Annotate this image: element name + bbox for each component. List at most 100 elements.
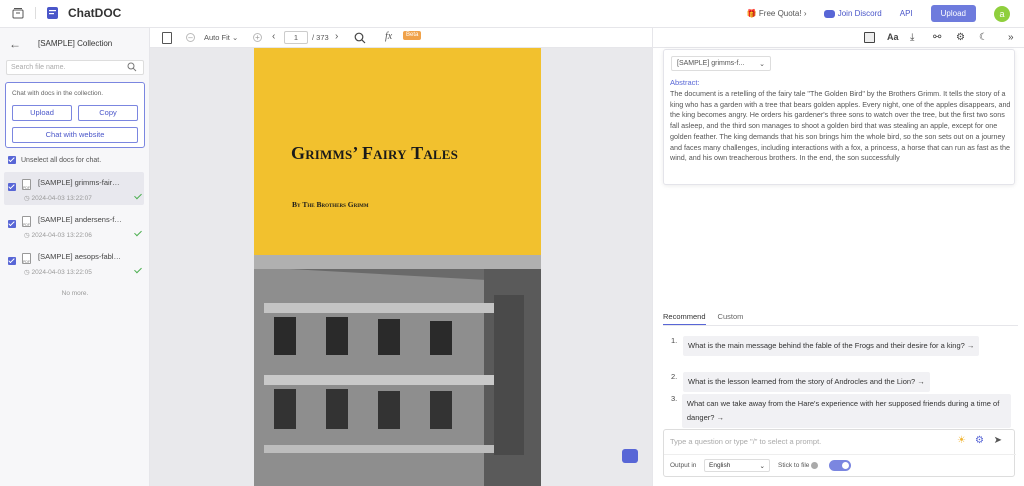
unselect-all-label: Unselect all docs for chat.	[21, 156, 102, 164]
doc-select[interactable]: [SAMPLE] grimms-f... ⌄	[671, 56, 771, 71]
question-text: What is the main message behind the fabl…	[683, 336, 980, 356]
gift-icon: 🎁	[746, 9, 757, 18]
pdf-file-icon: PDF	[22, 253, 31, 264]
list-item[interactable]: PDF [SAMPLE] andersens-f… ◷ 2024-04-03 1…	[4, 209, 144, 242]
doc-date: ◷ 2024-04-03 13:22:07	[24, 194, 92, 202]
outline-icon[interactable]	[162, 32, 172, 44]
doc-select-value: [SAMPLE] grimms-f...	[677, 60, 745, 67]
tab-divider	[663, 325, 1018, 326]
doc-date-text: 2024-04-03 13:22:06	[31, 232, 92, 239]
chevron-right-icon: ›	[803, 9, 807, 18]
input-divider	[664, 454, 1016, 455]
question-text: What is the lesson learned from the stor…	[683, 372, 930, 392]
search-icon[interactable]	[127, 62, 137, 72]
question-text: What can we take away from the Hare's ex…	[681, 394, 1011, 428]
book-author: By The Brothers Grimm	[292, 200, 369, 209]
doc-name: [SAMPLE] andersens-f…	[38, 215, 122, 224]
pdf-file-icon: PDF	[22, 179, 31, 190]
doc-checkbox[interactable]	[8, 220, 16, 228]
formula-icon[interactable]: fx	[385, 31, 392, 42]
stick-to-file-toggle[interactable]	[829, 460, 851, 471]
book-cover: Grimms’ Fairy Tales By The Brothers Grim…	[254, 48, 541, 255]
next-page-icon[interactable]: ›	[335, 31, 338, 42]
book-icon[interactable]	[864, 32, 875, 43]
doc-name: [SAMPLE] aesops-fabl…	[38, 252, 121, 261]
page-input[interactable]: 1	[284, 31, 308, 44]
zoom-in-icon[interactable]: +	[253, 33, 262, 42]
avatar[interactable]: a	[994, 5, 1010, 22]
clock-icon: ◷	[24, 269, 30, 276]
question-input-box[interactable]: Type a question or type "/" to select a …	[663, 429, 1016, 477]
copy-button[interactable]: Copy	[78, 105, 138, 121]
info-icon[interactable]	[811, 462, 819, 469]
pdf-file-icon: PDF	[22, 216, 31, 227]
check-icon	[134, 228, 142, 237]
question-number: 3.	[671, 394, 678, 403]
suggested-question[interactable]: 2. What is the lesson learned from the s…	[671, 372, 1011, 392]
abstract-text: The document is a retelling of the fairy…	[670, 89, 1011, 163]
check-icon	[134, 265, 142, 274]
upload-button[interactable]: Upload	[930, 5, 976, 22]
chat-bubble-icon[interactable]	[622, 449, 638, 463]
search-icon[interactable]	[354, 32, 366, 44]
search-input[interactable]: Search file name.	[6, 60, 144, 75]
chevron-down-icon: ⌄	[759, 61, 765, 68]
mindmap-icon[interactable]: ⚯	[933, 32, 944, 43]
suggested-question[interactable]: 1. What is the main message behind the f…	[671, 336, 1011, 356]
upload-doc-button[interactable]: Upload	[12, 105, 72, 121]
clock-icon: ◷	[24, 195, 30, 202]
zoom-select[interactable]: Auto Fit ⌄	[204, 33, 238, 42]
pdf-page: Grimms’ Fairy Tales By The Brothers Grim…	[254, 48, 541, 486]
list-item[interactable]: PDF [SAMPLE] grimms-fair… ◷ 2024-04-03 1…	[4, 172, 144, 205]
prev-page-icon[interactable]: ‹	[272, 31, 275, 42]
free-quota-label: Free Quota!	[758, 9, 802, 18]
join-discord-link[interactable]: Join Discord	[824, 9, 882, 18]
gear-icon[interactable]: ⚙	[975, 435, 984, 446]
tab-recommend[interactable]: Recommend	[663, 312, 706, 325]
chat-with-website-button[interactable]: Chat with website	[12, 127, 138, 143]
panel-toolbar: Aa ⤓ ⚯ ⚙ ☾ »	[653, 28, 1024, 48]
download-icon[interactable]: ⤓	[910, 32, 921, 43]
back-arrow-icon[interactable]: ←	[9, 37, 21, 51]
abstract-label: Abstract:	[670, 78, 700, 87]
language-select[interactable]: English ⌄	[704, 459, 770, 472]
chevron-down-icon: ⌄	[759, 463, 765, 470]
unselect-all[interactable]: Unselect all docs for chat.	[8, 156, 101, 164]
discord-label: Join Discord	[837, 9, 882, 18]
book-title: Grimms’ Fairy Tales	[291, 143, 459, 163]
suggested-question[interactable]: 3. What can we take away from the Hare's…	[671, 394, 1011, 428]
moon-icon[interactable]: ☾	[979, 32, 990, 43]
collection-title: [SAMPLE] Collection	[38, 39, 113, 48]
collection-icon[interactable]	[12, 7, 24, 19]
beta-badge: Beta	[403, 31, 422, 40]
zoom-out-icon[interactable]: –	[186, 33, 195, 42]
list-item[interactable]: PDF [SAMPLE] aesops-fabl… ◷ 2024-04-03 1…	[4, 246, 144, 279]
prompt-tabs: Recommend Custom	[663, 312, 743, 325]
doc-date-text: 2024-04-03 13:22:07	[31, 195, 92, 202]
top-bar: ChatDOC 🎁 Free Quota! › Join Discord API…	[0, 0, 1024, 28]
font-size-icon[interactable]: Aa	[887, 32, 899, 43]
pdf-viewer[interactable]: Grimms’ Fairy Tales By The Brothers Grim…	[150, 48, 652, 486]
question-number: 2.	[671, 372, 678, 381]
no-more-label: No more.	[61, 290, 89, 297]
settings-icon[interactable]: ⚙	[956, 32, 967, 43]
doc-checkbox[interactable]	[8, 183, 16, 191]
doc-date-text: 2024-04-03 13:22:05	[31, 269, 92, 276]
collapse-icon[interactable]: »	[1008, 32, 1019, 43]
unselect-all-checkbox[interactable]	[8, 156, 16, 164]
doc-checkbox[interactable]	[8, 257, 16, 265]
chevron-down-icon: ⌄	[231, 33, 239, 42]
send-icon[interactable]: ➤	[994, 435, 1002, 446]
stick-label-text: Stick to file	[778, 462, 810, 470]
lightbulb-icon[interactable]: ☀	[957, 435, 966, 446]
free-quota-link[interactable]: 🎁 Free Quota! ›	[747, 9, 807, 18]
check-icon	[134, 191, 142, 200]
api-link[interactable]: API	[900, 9, 913, 18]
output-label: Output in	[670, 462, 697, 469]
building-photo	[254, 255, 541, 486]
viewer-toolbar: – Auto Fit ⌄ + ‹ 1 / 373 › fx Beta	[150, 28, 652, 48]
tab-custom[interactable]: Custom	[718, 312, 744, 325]
discord-icon	[824, 9, 836, 18]
question-input[interactable]: Type a question or type "/" to select a …	[670, 437, 821, 446]
language-value: English	[709, 462, 731, 469]
